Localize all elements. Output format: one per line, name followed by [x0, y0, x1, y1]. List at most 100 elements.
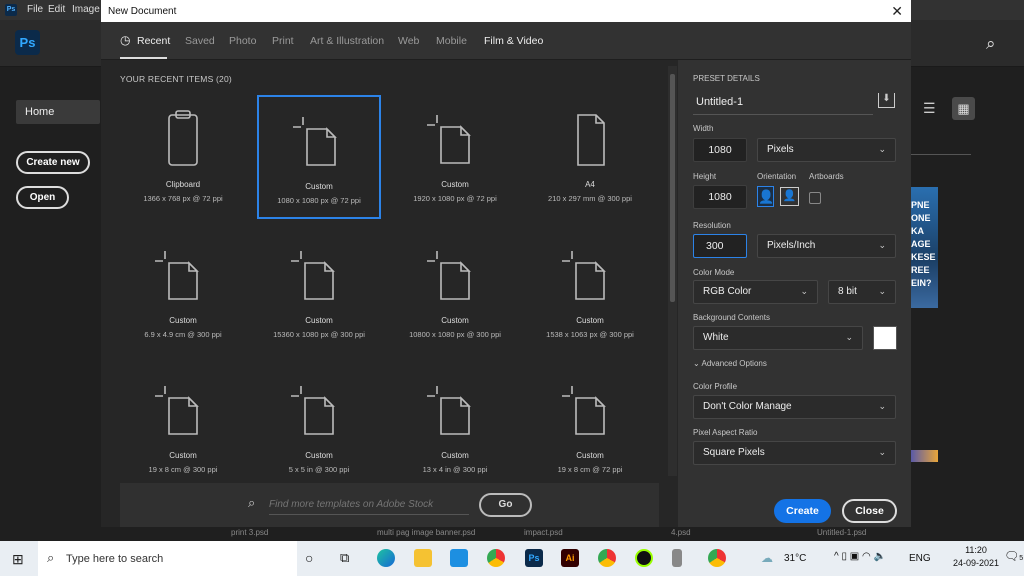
pen-app-icon[interactable] — [672, 549, 682, 567]
menu-file[interactable]: File — [27, 4, 43, 15]
search-icon[interactable]: ⌕ — [986, 34, 996, 54]
stock-search-input[interactable] — [269, 495, 469, 515]
notifications-icon[interactable]: 🗨5 — [1004, 549, 1023, 563]
tab-photo[interactable]: Photo — [229, 35, 256, 47]
recent-item-size: 210 x 297 mm @ 300 ppi — [548, 194, 632, 203]
recent-item-card[interactable]: Custom 1920 x 1080 px @ 72 ppi — [393, 95, 517, 219]
artboards-label: Artboards — [809, 172, 844, 181]
document-name-input[interactable]: Untitled-1 — [693, 93, 873, 115]
recent-item-card[interactable]: Custom 6.9 x 4.9 cm @ 300 ppi — [121, 231, 245, 355]
close-button[interactable]: Close — [842, 499, 897, 523]
tab-web[interactable]: Web — [398, 35, 419, 47]
menu-edit[interactable]: Edit — [48, 4, 65, 15]
edge-icon[interactable] — [377, 549, 395, 567]
tab-saved[interactable]: Saved — [185, 35, 215, 47]
resolution-input[interactable]: 300 — [693, 234, 747, 258]
mail-icon[interactable] — [450, 549, 468, 567]
recent-item-card[interactable]: Custom 1538 x 1063 px @ 300 ppi — [528, 231, 652, 355]
taskbar-search[interactable]: ⌕ Type here to search — [38, 541, 297, 576]
recent-item-card[interactable]: Custom 19 x 8 cm @ 72 ppi — [528, 366, 652, 490]
recent-item-name: Custom — [576, 451, 604, 460]
recent-file-name[interactable]: 4.psd — [671, 528, 691, 537]
create-button[interactable]: Create — [774, 499, 831, 523]
recent-item-card[interactable]: Custom 5 x 5 in @ 300 ppi — [257, 366, 381, 490]
recent-file-name[interactable]: multi pag image banner.psd — [377, 528, 475, 537]
portrait-orientation-icon[interactable]: 👤 — [757, 186, 774, 207]
recent-item-name: Custom — [441, 451, 469, 460]
recent-items-heading: YOUR RECENT ITEMS (20) — [120, 74, 232, 84]
go-button[interactable]: Go — [479, 493, 532, 517]
close-icon[interactable]: ✕ — [891, 3, 903, 20]
recent-item-card[interactable]: Custom 10800 x 1080 px @ 300 ppi — [393, 231, 517, 355]
background-color-swatch[interactable] — [873, 326, 897, 350]
chrome-icon[interactable] — [487, 549, 505, 567]
app-icon[interactable] — [635, 549, 653, 567]
color-mode-select[interactable]: RGB Color ⌄ — [693, 280, 818, 304]
recent-item-card[interactable]: Custom 13 x 4 in @ 300 ppi — [393, 366, 517, 490]
orientation-label: Orientation — [757, 172, 797, 181]
recent-file-thumbnail[interactable]: PNE ONE KA AGE KESE REE EIN? — [911, 187, 938, 308]
height-input[interactable]: 1080 — [693, 185, 747, 209]
width-label: Width — [693, 124, 714, 133]
resolution-unit-select[interactable]: Pixels/Inch ⌄ — [757, 234, 896, 258]
create-new-button[interactable]: Create new — [16, 151, 90, 174]
recent-file-name[interactable]: Untitled-1.psd — [817, 528, 866, 537]
tab-recent[interactable]: Recent — [137, 35, 170, 47]
chrome-profile-icon-2[interactable] — [708, 549, 726, 567]
scrollbar-thumb[interactable] — [670, 74, 675, 302]
search-icon: ⌕ — [47, 550, 55, 565]
custom-document-icon — [427, 115, 471, 164]
chevron-down-icon: ⌄ — [878, 447, 886, 457]
width-input[interactable]: 1080 — [693, 138, 747, 162]
preset-tabs: ◷ Recent Saved Photo Print Art & Illustr… — [101, 22, 911, 60]
recent-file-thumbnail-2[interactable] — [911, 450, 938, 462]
recent-item-card[interactable]: Clipboard 1366 x 768 px @ 72 ppi — [121, 95, 245, 219]
illustrator-icon[interactable]: Ai — [561, 549, 579, 567]
open-button[interactable]: Open — [16, 186, 69, 209]
recent-item-card[interactable]: Custom 19 x 8 cm @ 300 ppi — [121, 366, 245, 490]
width-unit-select[interactable]: Pixels ⌄ — [757, 138, 896, 162]
tab-mobile[interactable]: Mobile — [436, 35, 467, 47]
photoshop-taskbar-icon[interactable]: Ps — [525, 549, 543, 567]
system-tray-icons[interactable]: ^ ▯ ▣ ◠ 🔈 — [834, 551, 886, 562]
grid-view-icon[interactable]: ▦ — [952, 97, 975, 120]
menu-image[interactable]: Image — [72, 4, 100, 15]
bit-depth-select[interactable]: 8 bit ⌄ — [828, 280, 896, 304]
recent-file-name[interactable]: impact.psd — [524, 528, 563, 537]
recent-item-size: 19 x 8 cm @ 300 ppi — [148, 465, 218, 474]
custom-document-icon — [562, 386, 606, 435]
tab-print[interactable]: Print — [272, 35, 294, 47]
home-nav[interactable]: Home — [16, 100, 100, 124]
scrollbar[interactable] — [668, 66, 677, 476]
pixel-aspect-ratio-select[interactable]: Square Pixels ⌄ — [693, 441, 896, 465]
file-explorer-icon[interactable] — [414, 549, 432, 567]
color-profile-select[interactable]: Don't Color Manage ⌄ — [693, 395, 896, 419]
windows-start-icon[interactable]: ⊞ — [12, 551, 24, 568]
task-view-icon[interactable]: ⧉ — [340, 550, 349, 566]
list-view-icon[interactable]: ☰ — [923, 100, 936, 117]
artboards-checkbox[interactable] — [809, 192, 821, 204]
chrome-profile-icon[interactable] — [598, 549, 616, 567]
save-preset-icon[interactable]: ⬇ — [878, 93, 895, 108]
weather-temp[interactable]: 31°C — [784, 553, 806, 564]
advanced-options-toggle[interactable]: ⌄ Advanced Options — [693, 359, 767, 368]
notification-count: 5 — [1019, 555, 1024, 562]
photoshop-logo: Ps — [15, 30, 40, 55]
recent-item-card[interactable]: A4 210 x 297 mm @ 300 ppi — [528, 95, 652, 219]
poster-text: EIN? — [911, 278, 932, 288]
recent-item-name: Custom — [441, 316, 469, 325]
landscape-orientation-icon[interactable]: 👤 — [780, 187, 799, 206]
language-indicator[interactable]: ENG — [909, 553, 931, 564]
recent-file-name[interactable]: print 3.psd — [231, 528, 268, 537]
recent-item-card[interactable]: Custom 15360 x 1080 px @ 300 ppi — [257, 231, 381, 355]
clock[interactable]: 11:20 24-09-2021 — [952, 545, 1000, 568]
tab-film-video[interactable]: Film & Video — [484, 35, 543, 47]
custom-document-icon — [291, 386, 335, 435]
recent-item-size: 1538 x 1063 px @ 300 ppi — [546, 330, 634, 339]
cortana-icon[interactable]: ○ — [305, 550, 313, 566]
background-contents-select[interactable]: White ⌄ — [693, 326, 863, 350]
tab-art-illustration[interactable]: Art & Illustration — [310, 35, 384, 47]
chevron-down-icon: ⌄ — [878, 286, 886, 296]
recent-item-card[interactable]: Custom 1080 x 1080 px @ 72 ppi — [257, 95, 381, 219]
pixel-aspect-ratio-value: Square Pixels — [703, 447, 765, 458]
